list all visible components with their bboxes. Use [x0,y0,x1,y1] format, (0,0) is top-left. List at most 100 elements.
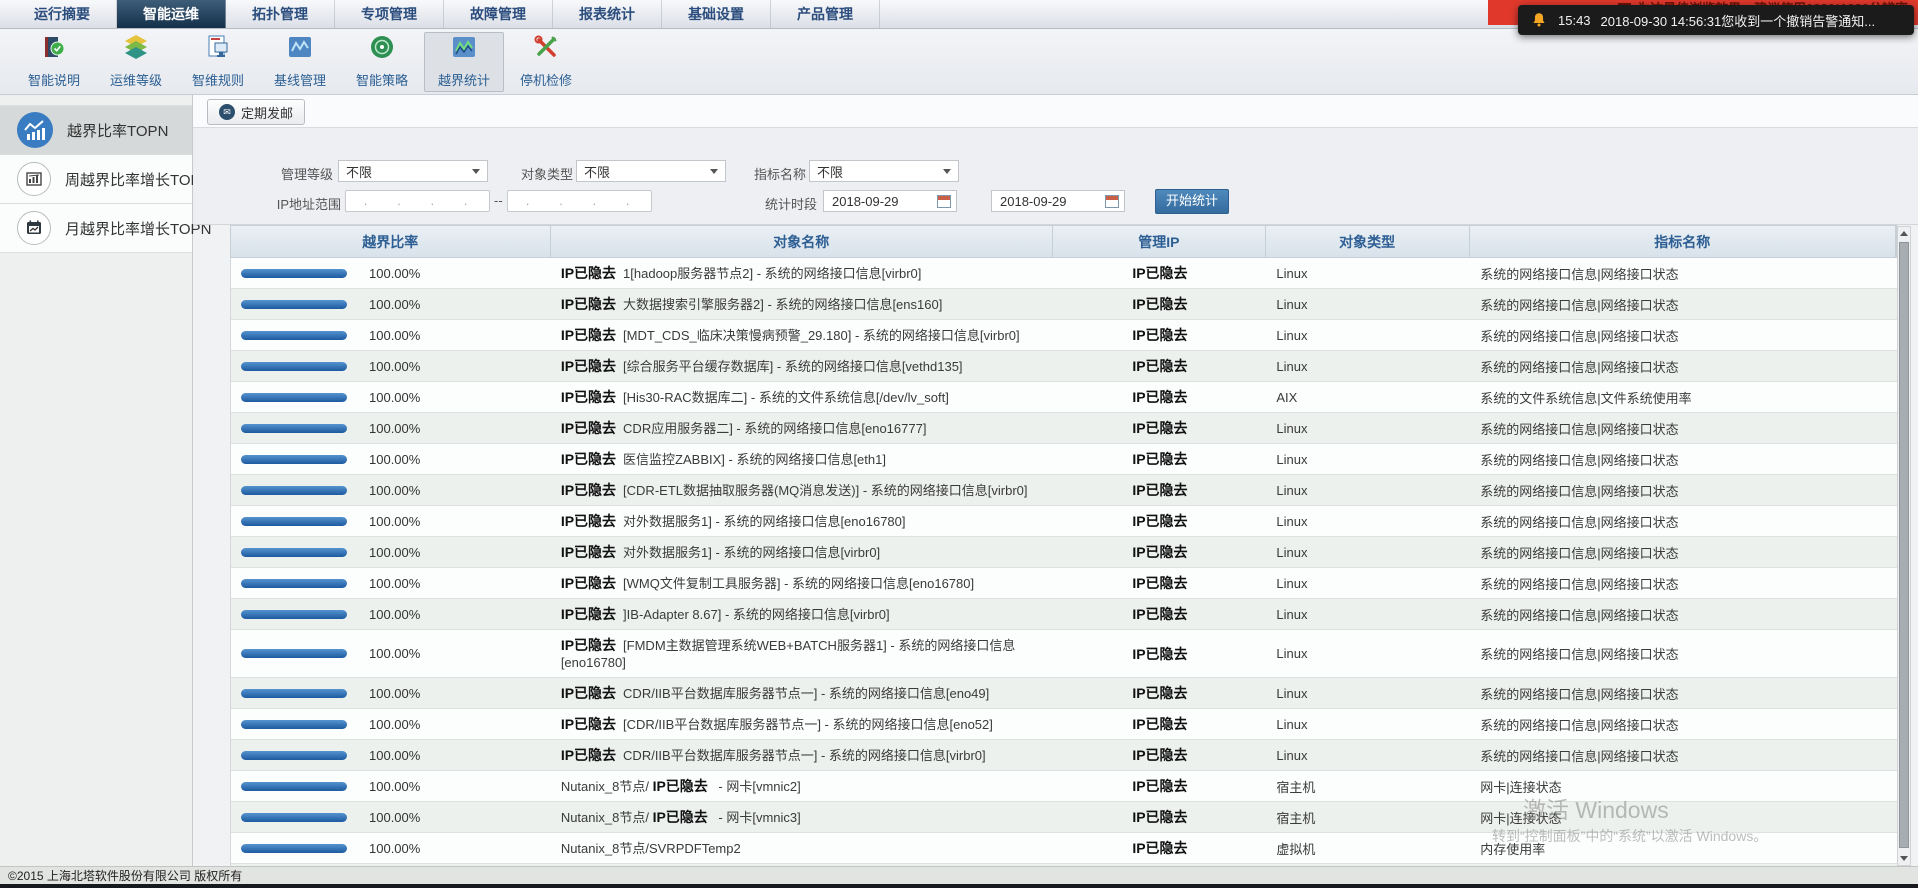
ip-redacted-label: IP已隐去 [1132,573,1187,593]
ratio-percent: 100.00% [369,390,420,405]
menu-tab-基础设置[interactable]: 基础设置 [662,0,771,28]
column-header-对象名称[interactable]: 对象名称 [551,226,1053,257]
ratio-percent: 100.00% [369,779,420,794]
menu-tab-故障管理[interactable]: 故障管理 [444,0,553,28]
scroll-down-arrow[interactable] [1898,852,1910,865]
toolbar-item-智能说明[interactable]: 智能说明 [14,32,94,92]
cell-object-type: Linux [1266,599,1470,629]
toolbar-item-越界统计[interactable]: 越界统计 [424,32,504,92]
cell-ratio: 100.00% [231,771,551,801]
cell-manage-ip: IP已隐去 [1054,709,1267,739]
sidebar-item-label: 月越界比率增长TOPN [65,218,211,239]
scroll-up-arrow[interactable] [1898,227,1910,240]
toolbar-item-智维规则[interactable]: 智维规则 [178,32,258,92]
scrollbar-thumb[interactable] [1899,242,1909,848]
table-row[interactable]: 100.00%IP已隐去[CDR/IIB平台数据库服务器节点一] - 系统的网络… [231,709,1897,740]
menu-tab-报表统计[interactable]: 报表统计 [553,0,662,28]
object-name-text: Nutanix_8节点/ [561,810,653,825]
toolbar-item-智能策略[interactable]: 智能策略 [342,32,422,92]
ip-redacted-label: IP已隐去 [561,389,616,405]
table-row[interactable]: 100.00%IP已隐去[His30-RAC数据库二] - 系统的文件系统信息[… [231,382,1897,413]
table-row[interactable]: 100.00%IP已隐去[CDR-ETL数据抽取服务器(MQ消息发送)] - 系… [231,475,1897,506]
menu-tab-产品管理[interactable]: 产品管理 [771,0,880,28]
cell-ratio: 100.00% [231,444,551,474]
type-select-value: 不限 [584,162,610,181]
calendar-icon[interactable] [937,195,951,208]
ratio-progress-bar [241,579,347,588]
date-from-input[interactable]: 2018-09-29 [823,190,957,212]
cell-metric-name: 网卡|连接状态 [1470,771,1897,801]
cell-object-type: 宿主机 [1266,771,1470,801]
cell-metric-name: 系统的网络接口信息|网络接口状态 [1470,740,1897,770]
sidebar-item-越界比率TOPN[interactable]: 越界比率TOPN [0,106,192,155]
calendar-icon[interactable] [1105,195,1119,208]
column-header-指标名称[interactable]: 指标名称 [1470,226,1896,257]
ratio-percent: 100.00% [369,452,420,467]
sidebar-item-label: 越界比率TOPN [67,120,168,141]
vertical-scrollbar[interactable] [1897,226,1911,866]
table-row[interactable]: 100.00%IP已隐去]IB-Adapter 8.67] - 系统的网络接口信… [231,599,1897,630]
table-row[interactable]: 100.00%IP已隐去对外数据服务1] - 系统的网络接口信息[virbr0]… [231,537,1897,568]
table-row[interactable]: 100.00%Nutanix_8节点/ IP已隐去 - 网卡[vmnic2]IP… [231,771,1897,802]
table-row[interactable]: 100.00%IP已隐去CDR/IIB平台数据库服务器节点一] - 系统的网络接… [231,740,1897,771]
cell-object-name: IP已隐去医信监控ZABBIX] - 系统的网络接口信息[eth1] [551,444,1054,474]
column-header-越界比率[interactable]: 越界比率 [231,226,551,257]
toolbar-item-基线管理[interactable]: 基线管理 [260,32,340,92]
table-row[interactable]: 100.00%IP已隐去对外数据服务1] - 系统的网络接口信息[eno1678… [231,506,1897,537]
type-select[interactable]: 不限 [576,160,726,182]
ip-redacted-label: IP已隐去 [561,544,616,560]
table-row[interactable]: 100.00%IP已隐去[WMQ文件复制工具服务器] - 系统的网络接口信息[e… [231,568,1897,599]
cell-ratio: 100.00% [231,320,551,350]
column-header-管理IP[interactable]: 管理IP [1053,226,1266,257]
table-row[interactable]: 100.00%IP已隐去[FMDM主数据管理系统WEB+BATCH服务器1] -… [231,630,1897,678]
cell-object-type: Linux [1266,709,1470,739]
table-header: 越界比率对象名称管理IP对象类型指标名称 [230,225,1897,258]
table-row[interactable]: 100.00% IP已隐去医信监控ZABBIX] - 系统的网络接口信息[eth1… [231,444,1897,475]
toast-message: 2018-09-30 14:56:31您收到一个撤销告警通知... [1601,11,1876,30]
toolbar-items: 智能说明运维等级智维规则基线管理智能策略越界统计停机检修 [14,32,586,92]
table-row[interactable]: 100.00%IP已隐去CDR应用服务器二] - 系统的网络接口信息[eno16… [231,413,1897,444]
cell-ratio: 100.00% [231,382,551,412]
cell-ratio: 100.00% [231,258,551,288]
ratio-progress-bar [241,751,347,760]
menu-tab-拓扑管理[interactable]: 拓扑管理 [226,0,335,28]
alarm-notification-toast[interactable]: 15:43 2018-09-30 14:56:31您收到一个撤销告警通知... [1518,5,1914,35]
table-row[interactable]: 100.00%IP已隐去大数据搜索引擎服务器2] - 系统的网络接口信息[ens… [231,289,1897,320]
ip-range-end-input[interactable]: .... [507,190,652,212]
ratio-progress-bar [241,424,347,433]
menu-tab-运行摘要[interactable]: 运行摘要 [8,0,117,28]
scheduled-mail-button[interactable]: ✉ 定期发邮 [207,99,305,125]
table-row[interactable]: 100.00%Nutanix_8节点/ IP已隐去 - 网卡[vmnic3]IP… [231,802,1897,833]
menu-tab-专项管理[interactable]: 专项管理 [335,0,444,28]
metric-filter-label: 指标名称 [746,164,806,186]
table-row[interactable]: 100.00%IP已隐去1[hadoop服务器节点2] - 系统的网络接口信息[… [231,258,1897,289]
toolbar-item-停机检修[interactable]: 停机检修 [506,32,586,92]
level-select[interactable]: 不限 [338,160,488,182]
ratio-percent: 100.00% [369,421,420,436]
table-row[interactable]: 100.00% IP已隐去 [MDT_CDS_临床决策慢病预警_29.180] - … [231,320,1897,351]
cell-manage-ip: IP已隐去 [1054,833,1267,863]
chevron-down-icon [472,169,480,174]
ip-redacted-label: IP已隐去 [1132,714,1187,734]
object-name-text: Nutanix_8节点/ [561,779,653,794]
cell-manage-ip: IP已隐去 [1054,599,1267,629]
column-header-对象类型[interactable]: 对象类型 [1266,226,1470,257]
cell-manage-ip: IP已隐去 [1054,351,1267,381]
ratio-percent: 100.00% [369,646,420,661]
menu-tab-智能运维[interactable]: 智能运维 [117,0,226,28]
metric-select[interactable]: 不限 [809,160,959,182]
toolbar-item-运维等级[interactable]: 运维等级 [96,32,176,92]
ip-redacted-label: IP已隐去 [561,327,616,343]
date-to-input[interactable]: 2018-09-29 [991,190,1125,212]
table-row[interactable]: 100.00%Nutanix_8节点/SVRPDFTemp2IP已隐去虚拟机内存… [231,833,1897,864]
table-row[interactable]: 100.00%IP已隐去CDR/IIB平台数据库服务器节点一] - 系统的网络接… [231,678,1897,709]
book-icon [41,34,67,65]
ip-range-start-input[interactable]: .... [345,190,490,212]
start-statistics-button[interactable]: 开始统计 [1155,189,1229,214]
cell-object-name: IP已隐去对外数据服务1] - 系统的网络接口信息[eno16780] [551,506,1054,536]
object-name-text: [MDT_CDS_临床决策慢病预警_29.180] - 系统的网络接口信息[vi… [623,328,1020,343]
table-row[interactable]: 100.00%IP已隐去[综合服务平台缓存数据库] - 系统的网络接口信息[ve… [231,351,1897,382]
ratio-percent: 100.00% [369,483,420,498]
sidebar-item-周越界比率增长TOPN[interactable]: 周越界比率增长TOPN [0,155,192,204]
sidebar-item-月越界比率增长TOPN[interactable]: 月越界比率增长TOPN [0,204,192,253]
